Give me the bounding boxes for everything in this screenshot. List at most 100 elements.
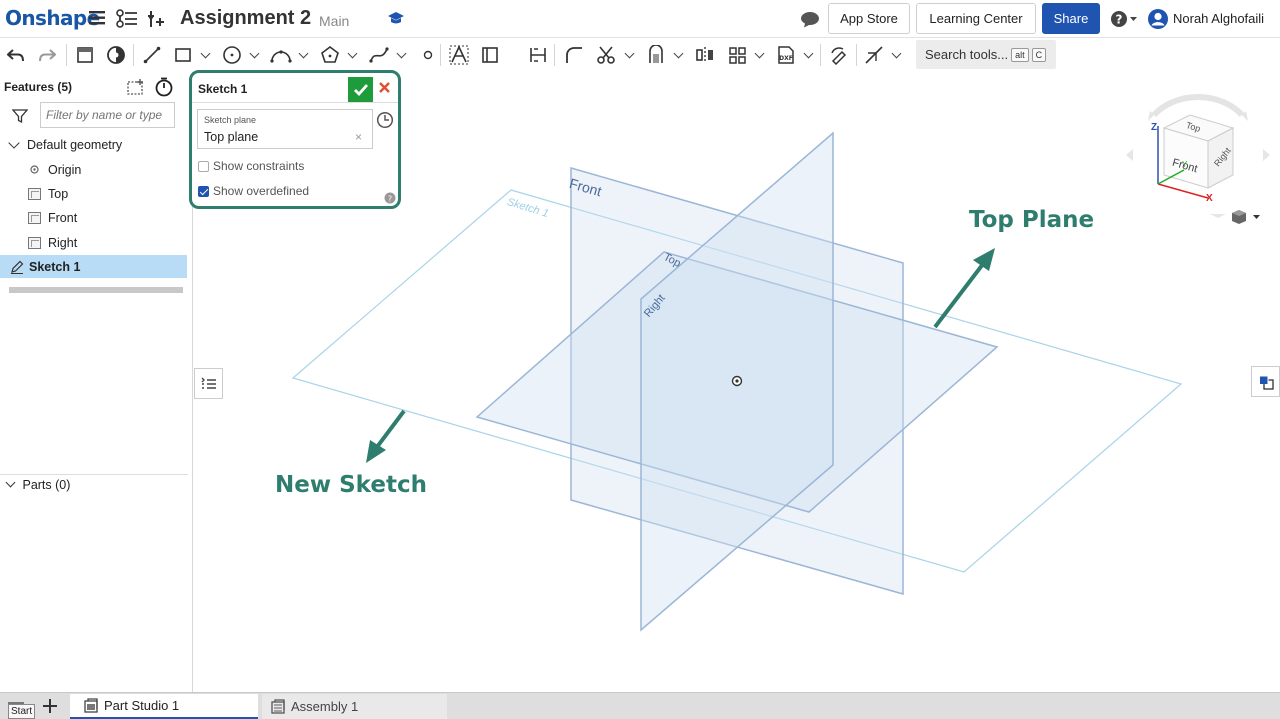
clear-plane-icon[interactable]: ×: [355, 130, 362, 144]
feature-panel: Features (5) Default geometry Origin Top…: [0, 72, 193, 692]
top-bar: Onshape Assignment 2 Main App Store Lear…: [0, 0, 1280, 38]
z-axis-label: Z: [1151, 122, 1158, 133]
chevron-down-icon[interactable]: [5, 477, 16, 488]
display-state-icon[interactable]: [105, 44, 127, 66]
feature-filter-input[interactable]: [40, 102, 175, 128]
sketch-tool-icon[interactable]: [828, 44, 850, 66]
trim-icon[interactable]: [595, 44, 617, 66]
spline-icon[interactable]: [368, 44, 390, 66]
view-options-icon[interactable]: [1230, 209, 1262, 230]
help-icon[interactable]: ?: [1110, 10, 1138, 33]
learning-center-button[interactable]: Learning Center: [916, 3, 1036, 34]
default-geometry-label: Default geometry: [27, 137, 123, 152]
new-sketch-icon[interactable]: [74, 44, 96, 66]
tree-item-label: Right: [48, 235, 78, 250]
onshape-logo[interactable]: Onshape: [5, 6, 100, 30]
construction-icon[interactable]: [863, 44, 885, 66]
rollback-bar[interactable]: [9, 287, 183, 293]
show-constraints-checkbox[interactable]: [198, 160, 209, 172]
arc-icon[interactable]: [270, 44, 292, 66]
comments-icon[interactable]: [800, 11, 820, 33]
chevron-down-icon[interactable]: [8, 136, 20, 149]
plane-icon: [28, 236, 41, 249]
tab-part-studio-1[interactable]: Part Studio 1: [70, 694, 258, 719]
default-geometry-group[interactable]: Default geometry: [0, 133, 187, 156]
mirror-icon[interactable]: [694, 44, 716, 66]
use-icon[interactable]: [645, 44, 667, 66]
svg-text:?: ?: [388, 195, 392, 204]
filter-icon[interactable]: [11, 108, 29, 129]
app-store-button[interactable]: App Store: [828, 3, 910, 34]
tree-item-top[interactable]: Top: [0, 182, 187, 205]
tree-item-label: Origin: [48, 162, 82, 177]
show-overdefined-checkbox[interactable]: [198, 185, 209, 197]
parts-divider: [0, 474, 188, 475]
trim-dropdown-icon[interactable]: [624, 48, 635, 59]
sketch-dialog: Sketch 1 Sketch plane Top plane × Show c…: [189, 70, 401, 209]
arc-dropdown-icon[interactable]: [298, 48, 309, 59]
rectangle-icon[interactable]: [172, 44, 194, 66]
education-icon[interactable]: [387, 11, 405, 30]
circle-dropdown-icon[interactable]: [249, 48, 260, 59]
show-constraints-option[interactable]: Show constraints: [198, 159, 304, 173]
redo-icon[interactable]: [36, 44, 58, 66]
tree-item-label: Front: [48, 210, 78, 225]
search-tools-button[interactable]: Search tools... alt C: [916, 40, 1056, 69]
export-dropdown-icon[interactable]: [803, 48, 814, 59]
tree-item-sketch-1[interactable]: Sketch 1: [0, 255, 187, 278]
polygon-icon[interactable]: [319, 44, 341, 66]
user-name[interactable]: Norah Alghofaili: [1173, 11, 1264, 26]
feature-list-toggle-button[interactable]: [194, 368, 223, 399]
spline-dropdown-icon[interactable]: [396, 48, 407, 59]
tree-item-origin[interactable]: Origin: [0, 158, 187, 181]
sketch-plane-value: Top plane: [204, 130, 259, 144]
checkmark-icon: [353, 83, 368, 96]
branch-label[interactable]: Main: [319, 13, 349, 29]
point-icon[interactable]: [417, 44, 439, 66]
text-icon[interactable]: [448, 44, 470, 66]
dimension-icon[interactable]: [527, 44, 549, 66]
help-icon[interactable]: ?: [384, 191, 396, 206]
tree-item-right[interactable]: Right: [0, 231, 187, 254]
pattern-dropdown-icon[interactable]: [754, 48, 765, 59]
sketch-dialog-header: Sketch 1: [192, 73, 398, 103]
parts-group[interactable]: Parts (0): [4, 477, 70, 492]
sketch-plane-field[interactable]: Sketch plane Top plane ×: [197, 109, 373, 149]
insert-feature-icon[interactable]: [147, 9, 165, 34]
document-title[interactable]: Assignment 2: [180, 7, 311, 30]
assembly-icon: [270, 698, 286, 715]
insert-image-icon[interactable]: [479, 44, 501, 66]
tab-assembly-1[interactable]: Assembly 1: [262, 694, 447, 719]
rollback-timer-icon[interactable]: [154, 77, 174, 102]
pattern-icon[interactable]: [726, 44, 748, 66]
construction-dropdown-icon[interactable]: [891, 48, 902, 59]
menu-icon[interactable]: [89, 11, 105, 25]
tab-label: Part Studio 1: [104, 698, 180, 713]
x-axis-label: X: [1206, 193, 1213, 204]
svg-text:?: ?: [1116, 13, 1123, 27]
line-icon[interactable]: [141, 44, 163, 66]
share-button[interactable]: Share: [1042, 3, 1100, 34]
undo-icon[interactable]: [5, 44, 27, 66]
start-label[interactable]: Start: [8, 704, 36, 719]
tree-item-front[interactable]: Front: [0, 206, 187, 229]
sketch-dialog-title[interactable]: Sketch 1: [198, 82, 247, 96]
rectangle-dropdown-icon[interactable]: [200, 48, 211, 59]
show-overdefined-option[interactable]: Show overdefined: [198, 184, 309, 198]
polygon-dropdown-icon[interactable]: [347, 48, 358, 59]
history-icon[interactable]: [376, 111, 394, 134]
circle-icon[interactable]: [221, 44, 243, 66]
tree-item-label: Top: [48, 186, 69, 201]
feature-list-icon[interactable]: [116, 9, 138, 34]
accept-button[interactable]: [348, 77, 373, 102]
add-tab-icon[interactable]: [42, 698, 58, 719]
add-folder-icon[interactable]: [126, 78, 146, 101]
use-dropdown-icon[interactable]: [673, 48, 684, 59]
fillet-icon[interactable]: [563, 44, 585, 66]
appearance-panel-button[interactable]: [1251, 366, 1280, 397]
user-avatar-icon[interactable]: [1147, 8, 1169, 35]
search-tools-label: Search tools...: [925, 47, 1009, 62]
cancel-button[interactable]: [378, 79, 391, 99]
part-studio-icon: [83, 697, 99, 714]
export-dxf-icon[interactable]: DXF: [775, 44, 797, 66]
